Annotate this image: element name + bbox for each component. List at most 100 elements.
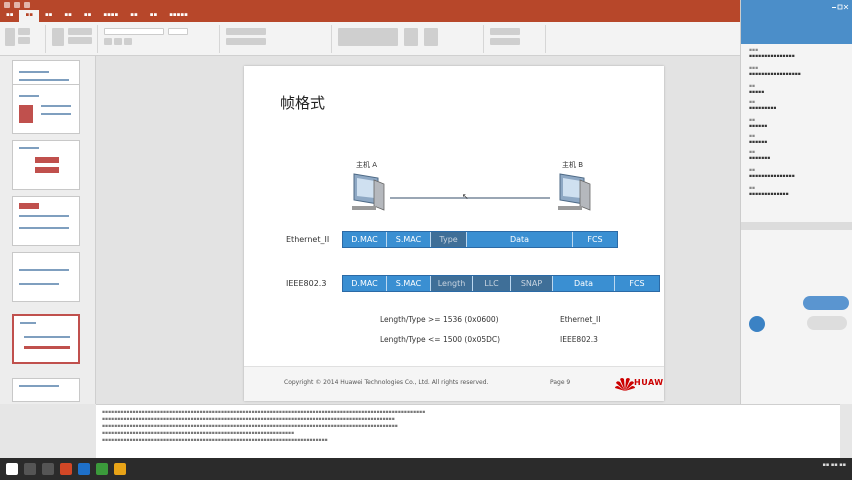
search-icon[interactable]	[24, 463, 36, 475]
arrange-button[interactable]	[404, 28, 418, 46]
cut-button[interactable]	[18, 28, 30, 35]
rule-ethernet-condition: Length/Type >= 1536 (0x0600)	[380, 315, 499, 324]
bold-button[interactable]	[104, 38, 112, 45]
floating-action-button[interactable]	[803, 296, 849, 310]
task-view-icon[interactable]	[42, 463, 54, 475]
window-controls-icon[interactable]	[831, 4, 849, 12]
font-name-select[interactable]	[104, 28, 164, 35]
slide-title[interactable]: 帧格式	[280, 92, 325, 113]
chat-message: ▪▪ ▪▪▪▪▪	[749, 84, 765, 95]
paste-button[interactable]	[5, 28, 15, 46]
font-size-select[interactable]	[168, 28, 188, 35]
frame-field: D.MAC	[343, 232, 387, 247]
assistant-bubble-icon[interactable]	[749, 316, 765, 332]
chat-message: ▪▪▪ ▪▪▪▪▪▪▪▪▪▪▪▪▪▪▪	[749, 48, 795, 59]
new-slide-button[interactable]	[52, 28, 64, 46]
chat-input[interactable]	[741, 222, 852, 230]
chat-message: ▪▪▪ ▪▪▪▪▪▪▪▪▪▪▪▪▪▪▪▪▪	[749, 66, 801, 77]
clipboard-group	[2, 25, 46, 53]
copy-button[interactable]	[18, 37, 30, 44]
reset-button[interactable]	[68, 37, 92, 44]
tab-transitions[interactable]: ▪▪	[78, 10, 97, 22]
editing-group	[486, 25, 546, 53]
frame-field: D.MAC	[343, 276, 387, 291]
start-icon[interactable]	[6, 463, 18, 475]
frame-field: S.MAC	[387, 232, 431, 247]
title-bar: ▪▪ ▪▪ ▪▪ ▪▪ ▪▪ ▪▪▪▪ ▪▪ ▪▪ ▪▪▪▪▪	[0, 0, 740, 22]
chat-header	[741, 0, 852, 44]
slide-thumbnail[interactable]	[12, 196, 80, 246]
replace-button[interactable]	[490, 38, 520, 45]
chat-panel: ▪▪▪ ▪▪▪▪▪▪▪▪▪▪▪▪▪▪▪ ▪▪▪ ▪▪▪▪▪▪▪▪▪▪▪▪▪▪▪▪▪ …	[740, 0, 852, 404]
drawing-group	[334, 25, 484, 53]
ethernet-ii-frame: D.MAC S.MAC Type Data FCS	[342, 231, 618, 248]
underline-button[interactable]	[124, 38, 132, 45]
host-a-label: 主机 A	[356, 161, 378, 169]
ribbon-toolbar	[0, 22, 740, 56]
speaker-notes-pane[interactable]: ▪▪▪▪▪▪▪▪▪▪▪▪▪▪▪▪▪▪▪▪▪▪▪▪▪▪▪▪▪▪▪▪▪▪▪▪▪▪▪▪…	[96, 404, 840, 458]
frame-field: FCS	[615, 276, 659, 291]
slide-thumbnails-panel[interactable]	[0, 56, 96, 404]
frame-field: S.MAC	[387, 276, 431, 291]
frame-field: FCS	[573, 232, 617, 247]
app-icon[interactable]	[96, 463, 108, 475]
slides-group	[48, 25, 98, 53]
frame-field-llc: LLC	[473, 276, 511, 291]
taskbar: ▪▪ ▪▪ ▪▪	[0, 458, 852, 480]
tab-tell-me[interactable]: ▪▪▪▪▪	[163, 10, 194, 22]
slide-thumbnail[interactable]	[12, 252, 80, 302]
computer-icon	[352, 173, 385, 211]
slide-thumbnail[interactable]	[12, 140, 80, 190]
chat-message: ▪▪ ▪▪▪▪▪▪	[749, 134, 768, 145]
tab-design[interactable]: ▪▪	[58, 10, 77, 22]
system-tray[interactable]: ▪▪ ▪▪ ▪▪	[770, 462, 846, 468]
rule-ethernet-result: Ethernet_II	[560, 315, 601, 324]
ribbon-tabs: ▪▪ ▪▪ ▪▪ ▪▪ ▪▪ ▪▪▪▪ ▪▪ ▪▪ ▪▪▪▪▪	[0, 10, 194, 22]
shapes-gallery[interactable]	[338, 28, 398, 46]
frame-field-type: Type	[431, 232, 467, 247]
folder-icon[interactable]	[114, 463, 126, 475]
tab-view[interactable]: ▪▪	[144, 10, 163, 22]
notes-text: ▪▪▪▪▪▪▪▪▪▪▪▪▪▪▪▪▪▪▪▪▪▪▪▪▪▪▪▪▪▪▪▪▪▪▪▪▪▪▪▪…	[102, 410, 426, 415]
quick-styles-button[interactable]	[424, 28, 438, 46]
tab-insert[interactable]: ▪▪	[39, 10, 58, 22]
tab-file[interactable]: ▪▪	[0, 10, 19, 22]
rule-ieee-condition: Length/Type <= 1500 (0x05DC)	[380, 335, 501, 344]
save-icon[interactable]	[4, 2, 10, 8]
slide-thumbnail[interactable]	[12, 84, 80, 134]
floating-panel-button[interactable]	[807, 316, 847, 330]
ieee8023-frame: D.MAC S.MAC Length LLC SNAP Data FCS	[342, 275, 660, 292]
frame-field-snap: SNAP	[511, 276, 553, 291]
page-number: Page 9	[550, 379, 571, 386]
align-button[interactable]	[226, 38, 266, 45]
undo-icon[interactable]	[14, 2, 20, 8]
slide[interactable]: 帧格式 主机 A 主机 B ↖ Ethernet_II D.MAC S.MAC	[244, 66, 664, 401]
find-button[interactable]	[490, 28, 520, 35]
tab-home[interactable]: ▪▪	[19, 10, 39, 22]
powerpoint-app-icon[interactable]	[60, 463, 72, 475]
tab-review[interactable]: ▪▪	[124, 10, 143, 22]
chat-message: ▪▪ ▪▪▪▪▪▪▪▪▪▪▪▪▪▪▪	[749, 168, 795, 179]
bullets-button[interactable]	[226, 28, 266, 35]
browser-app-icon[interactable]	[78, 463, 90, 475]
notes-text: ▪▪▪▪▪▪▪▪▪▪▪▪▪▪▪▪▪▪▪▪▪▪▪▪▪▪▪▪▪▪▪▪▪▪▪▪▪▪▪▪…	[102, 438, 328, 443]
tab-animations[interactable]: ▪▪▪▪	[97, 10, 124, 22]
frame-field: Data	[553, 276, 615, 291]
slide-thumbnail-current[interactable]	[12, 314, 80, 364]
notes-text: ▪▪▪▪▪▪▪▪▪▪▪▪▪▪▪▪▪▪▪▪▪▪▪▪▪▪▪▪▪▪▪▪▪▪▪▪▪▪▪▪…	[102, 417, 395, 422]
frame-field-length: Length	[431, 276, 473, 291]
huawei-wordmark: HUAWEI	[634, 378, 664, 387]
ethernet-ii-label: Ethernet_II	[286, 235, 330, 244]
notes-text: ▪▪▪▪▪▪▪▪▪▪▪▪▪▪▪▪▪▪▪▪▪▪▪▪▪▪▪▪▪▪▪▪▪▪▪▪▪▪▪▪…	[102, 424, 398, 429]
network-link	[390, 197, 550, 199]
layout-button[interactable]	[68, 28, 92, 35]
ieee8023-label: IEEE802.3	[286, 279, 327, 288]
slide-thumbnail[interactable]	[12, 378, 80, 402]
redo-icon[interactable]	[24, 2, 30, 8]
font-group	[100, 25, 220, 53]
host-b-label: 主机 B	[562, 161, 584, 169]
chat-message: ▪▪ ▪▪▪▪▪▪▪▪▪	[749, 100, 777, 111]
slide-canvas-area: 帧格式 主机 A 主机 B ↖ Ethernet_II D.MAC S.MAC	[96, 56, 740, 404]
italic-button[interactable]	[114, 38, 122, 45]
paragraph-group	[222, 25, 332, 53]
